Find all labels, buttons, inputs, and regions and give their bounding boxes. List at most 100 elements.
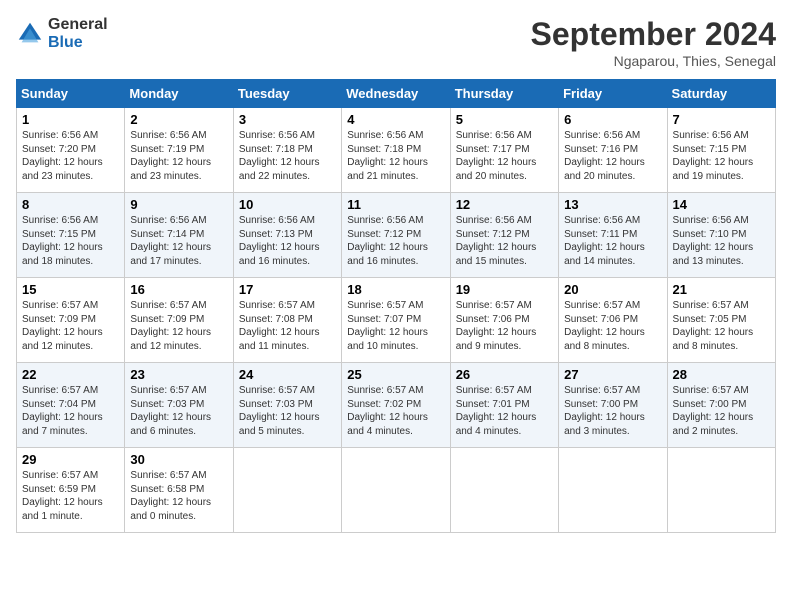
day-info: Sunrise: 6:56 AMSunset: 7:13 PMDaylight:… — [239, 214, 336, 268]
day-info: Sunrise: 6:56 AMSunset: 7:20 PMDaylight:… — [22, 129, 119, 183]
day-number: 8 — [22, 197, 119, 212]
day-info: Sunrise: 6:57 AMSunset: 7:00 PMDaylight:… — [564, 384, 661, 438]
day-info: Sunrise: 6:56 AMSunset: 7:16 PMDaylight:… — [564, 129, 661, 183]
title-block: September 2024 Ngaparou, Thies, Senegal — [531, 16, 776, 69]
col-header-tuesday: Tuesday — [233, 80, 341, 108]
calendar-cell: 2 Sunrise: 6:56 AMSunset: 7:19 PMDaylight… — [125, 108, 233, 193]
calendar-table: SundayMondayTuesdayWednesdayThursdayFrid… — [16, 79, 776, 533]
day-number: 25 — [347, 367, 444, 382]
day-info: Sunrise: 6:57 AMSunset: 7:09 PMDaylight:… — [130, 299, 227, 353]
day-number: 14 — [673, 197, 770, 212]
calendar-week-row: 29Sunrise: 6:57 AMSunset: 6:59 PMDayligh… — [17, 448, 776, 533]
day-number: 22 — [22, 367, 119, 382]
day-info: Sunrise: 6:57 AMSunset: 7:08 PMDaylight:… — [239, 299, 336, 353]
day-number: 24 — [239, 367, 336, 382]
calendar-cell — [450, 448, 558, 533]
calendar-cell — [667, 448, 775, 533]
day-info: Sunrise: 6:57 AMSunset: 7:06 PMDaylight:… — [456, 299, 553, 353]
day-info: Sunrise: 6:56 AMSunset: 7:12 PMDaylight:… — [456, 214, 553, 268]
calendar-cell: 26Sunrise: 6:57 AMSunset: 7:01 PMDayligh… — [450, 363, 558, 448]
day-number: 9 — [130, 197, 227, 212]
col-header-monday: Monday — [125, 80, 233, 108]
day-number: 28 — [673, 367, 770, 382]
day-number: 18 — [347, 282, 444, 297]
calendar-cell: 23Sunrise: 6:57 AMSunset: 7:03 PMDayligh… — [125, 363, 233, 448]
calendar-cell: 21 Sunrise: 6:57 AMSunset: 7:05 PMDayligh… — [667, 278, 775, 363]
day-number: 17 — [239, 282, 336, 297]
calendar-cell: 8Sunrise: 6:56 AMSunset: 7:15 PMDaylight… — [17, 193, 125, 278]
day-number: 4 — [347, 112, 444, 127]
day-info: Sunrise: 6:56 AMSunset: 7:15 PMDaylight:… — [673, 129, 770, 183]
day-number: 15 — [22, 282, 119, 297]
col-header-friday: Friday — [559, 80, 667, 108]
calendar-cell: 11Sunrise: 6:56 AMSunset: 7:12 PMDayligh… — [342, 193, 450, 278]
location: Ngaparou, Thies, Senegal — [531, 53, 776, 69]
calendar-cell: 27 Sunrise: 6:57 AMSunset: 7:00 PMDayligh… — [559, 363, 667, 448]
day-info: Sunrise: 6:56 AMSunset: 7:18 PMDaylight:… — [347, 129, 444, 183]
day-number: 12 — [456, 197, 553, 212]
day-info: Sunrise: 6:56 AMSunset: 7:17 PMDaylight:… — [456, 129, 553, 183]
day-info: Sunrise: 6:57 AMSunset: 6:58 PMDaylight:… — [130, 469, 227, 523]
calendar-cell: 13 Sunrise: 6:56 AMSunset: 7:11 PMDayligh… — [559, 193, 667, 278]
calendar-cell: 14 Sunrise: 6:56 AMSunset: 7:10 PMDayligh… — [667, 193, 775, 278]
calendar-week-row: 8Sunrise: 6:56 AMSunset: 7:15 PMDaylight… — [17, 193, 776, 278]
calendar-cell: 19 Sunrise: 6:57 AMSunset: 7:06 PMDayligh… — [450, 278, 558, 363]
logo-text-general: General — [48, 16, 108, 34]
day-number: 13 — [564, 197, 661, 212]
calendar-cell: 7 Sunrise: 6:56 AMSunset: 7:15 PMDaylight… — [667, 108, 775, 193]
calendar-cell: 25Sunrise: 6:57 AMSunset: 7:02 PMDayligh… — [342, 363, 450, 448]
col-header-sunday: Sunday — [17, 80, 125, 108]
day-info: Sunrise: 6:57 AMSunset: 7:05 PMDaylight:… — [673, 299, 770, 353]
day-number: 21 — [673, 282, 770, 297]
calendar-cell: 30 Sunrise: 6:57 AMSunset: 6:58 PMDayligh… — [125, 448, 233, 533]
day-number: 19 — [456, 282, 553, 297]
logo-text-blue: Blue — [48, 34, 108, 52]
day-info: Sunrise: 6:57 AMSunset: 6:59 PMDaylight:… — [22, 469, 119, 523]
day-info: Sunrise: 6:57 AMSunset: 7:09 PMDaylight:… — [22, 299, 119, 353]
logo: General Blue — [16, 16, 108, 52]
calendar-cell: 4 Sunrise: 6:56 AMSunset: 7:18 PMDaylight… — [342, 108, 450, 193]
calendar-cell: 9 Sunrise: 6:56 AMSunset: 7:14 PMDaylight… — [125, 193, 233, 278]
day-number: 16 — [130, 282, 227, 297]
calendar-cell: 28 Sunrise: 6:57 AMSunset: 7:00 PMDayligh… — [667, 363, 775, 448]
col-header-wednesday: Wednesday — [342, 80, 450, 108]
day-info: Sunrise: 6:56 AMSunset: 7:11 PMDaylight:… — [564, 214, 661, 268]
calendar-cell: 16 Sunrise: 6:57 AMSunset: 7:09 PMDayligh… — [125, 278, 233, 363]
calendar-cell: 17 Sunrise: 6:57 AMSunset: 7:08 PMDayligh… — [233, 278, 341, 363]
calendar-cell: 10 Sunrise: 6:56 AMSunset: 7:13 PMDayligh… — [233, 193, 341, 278]
day-number: 10 — [239, 197, 336, 212]
day-info: Sunrise: 6:57 AMSunset: 7:06 PMDaylight:… — [564, 299, 661, 353]
calendar-cell: 6Sunrise: 6:56 AMSunset: 7:16 PMDaylight… — [559, 108, 667, 193]
calendar-cell: 1 Sunrise: 6:56 AMSunset: 7:20 PMDaylight… — [17, 108, 125, 193]
calendar-cell: 5Sunrise: 6:56 AMSunset: 7:17 PMDaylight… — [450, 108, 558, 193]
calendar-week-row: 15 Sunrise: 6:57 AMSunset: 7:09 PMDayligh… — [17, 278, 776, 363]
day-number: 11 — [347, 197, 444, 212]
calendar-cell: 18Sunrise: 6:57 AMSunset: 7:07 PMDayligh… — [342, 278, 450, 363]
day-number: 2 — [130, 112, 227, 127]
calendar-cell — [233, 448, 341, 533]
col-header-saturday: Saturday — [667, 80, 775, 108]
day-info: Sunrise: 6:57 AMSunset: 7:00 PMDaylight:… — [673, 384, 770, 438]
day-info: Sunrise: 6:56 AMSunset: 7:19 PMDaylight:… — [130, 129, 227, 183]
day-number: 1 — [22, 112, 119, 127]
day-info: Sunrise: 6:57 AMSunset: 7:04 PMDaylight:… — [22, 384, 119, 438]
day-number: 30 — [130, 452, 227, 467]
calendar-cell: 3 Sunrise: 6:56 AMSunset: 7:18 PMDaylight… — [233, 108, 341, 193]
day-info: Sunrise: 6:56 AMSunset: 7:10 PMDaylight:… — [673, 214, 770, 268]
calendar-cell: 15 Sunrise: 6:57 AMSunset: 7:09 PMDayligh… — [17, 278, 125, 363]
calendar-week-row: 1 Sunrise: 6:56 AMSunset: 7:20 PMDaylight… — [17, 108, 776, 193]
month-title: September 2024 — [531, 16, 776, 53]
day-number: 7 — [673, 112, 770, 127]
calendar-cell — [559, 448, 667, 533]
calendar-cell: 29Sunrise: 6:57 AMSunset: 6:59 PMDayligh… — [17, 448, 125, 533]
day-number: 27 — [564, 367, 661, 382]
day-info: Sunrise: 6:57 AMSunset: 7:03 PMDaylight:… — [239, 384, 336, 438]
calendar-cell: 24 Sunrise: 6:57 AMSunset: 7:03 PMDayligh… — [233, 363, 341, 448]
day-info: Sunrise: 6:56 AMSunset: 7:14 PMDaylight:… — [130, 214, 227, 268]
calendar-header-row: SundayMondayTuesdayWednesdayThursdayFrid… — [17, 80, 776, 108]
calendar-cell — [342, 448, 450, 533]
day-number: 3 — [239, 112, 336, 127]
day-number: 20 — [564, 282, 661, 297]
calendar-cell: 20 Sunrise: 6:57 AMSunset: 7:06 PMDayligh… — [559, 278, 667, 363]
day-info: Sunrise: 6:56 AMSunset: 7:18 PMDaylight:… — [239, 129, 336, 183]
